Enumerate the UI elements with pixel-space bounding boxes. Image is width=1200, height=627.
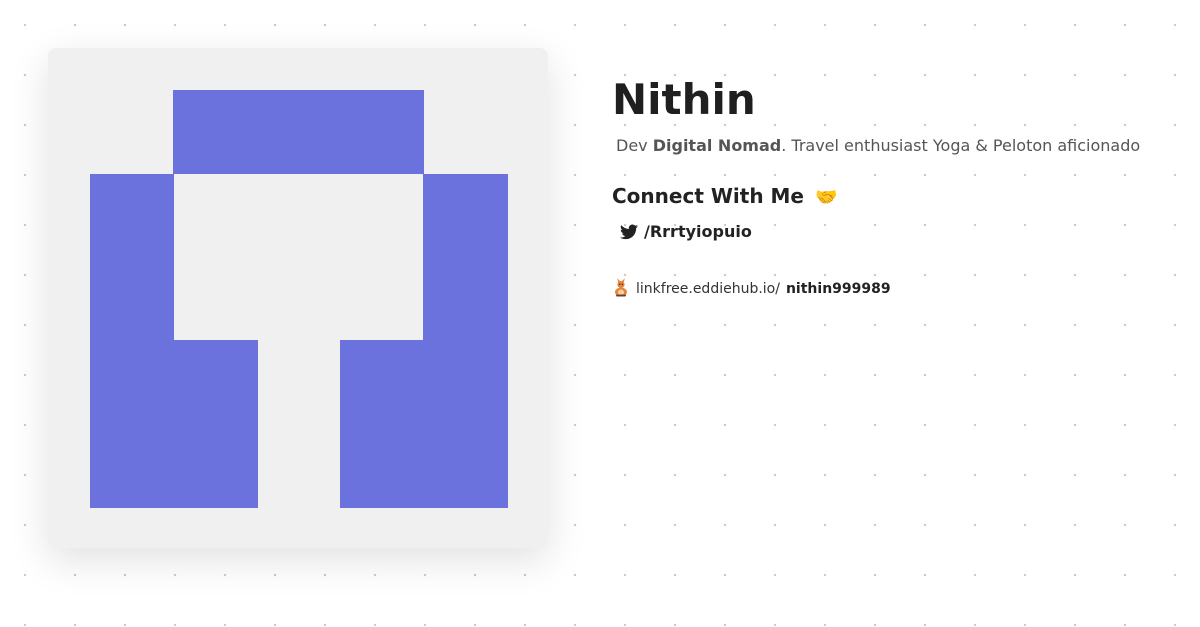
profile-bio: Dev Digital Nomad. Travel enthusiast Yog…: [616, 136, 1182, 156]
twitter-link[interactable]: /Rrrtyiopuio: [620, 222, 1182, 241]
profile-panel: Nithin Dev Digital Nomad. Travel enthusi…: [612, 72, 1182, 301]
connect-heading-text: Connect With Me: [612, 184, 804, 208]
linkfree-username: nithin999989: [785, 281, 891, 297]
avatar: [48, 48, 548, 548]
connect-heading: Connect With Me 🤝: [612, 182, 1182, 212]
twitter-handle: /Rrrtyiopuio: [644, 222, 752, 241]
linkfree-base-url: linkfree.eddiehub.io/: [636, 281, 780, 297]
twitter-icon: [620, 224, 638, 240]
bio-highlight: Digital Nomad: [652, 136, 782, 155]
linkfree-logo-icon: [612, 277, 630, 301]
linkfree-link[interactable]: linkfree.eddiehub.io/ nithin999989: [612, 277, 1182, 301]
profile-name: Nithin: [612, 75, 756, 124]
bio-prefix: Dev: [616, 136, 653, 155]
handshake-emoji-icon: 🤝: [814, 187, 838, 208]
identicon-avatar-image: [90, 90, 508, 508]
bio-suffix: . Travel enthusiast Yoga & Peloton afici…: [781, 136, 1141, 155]
